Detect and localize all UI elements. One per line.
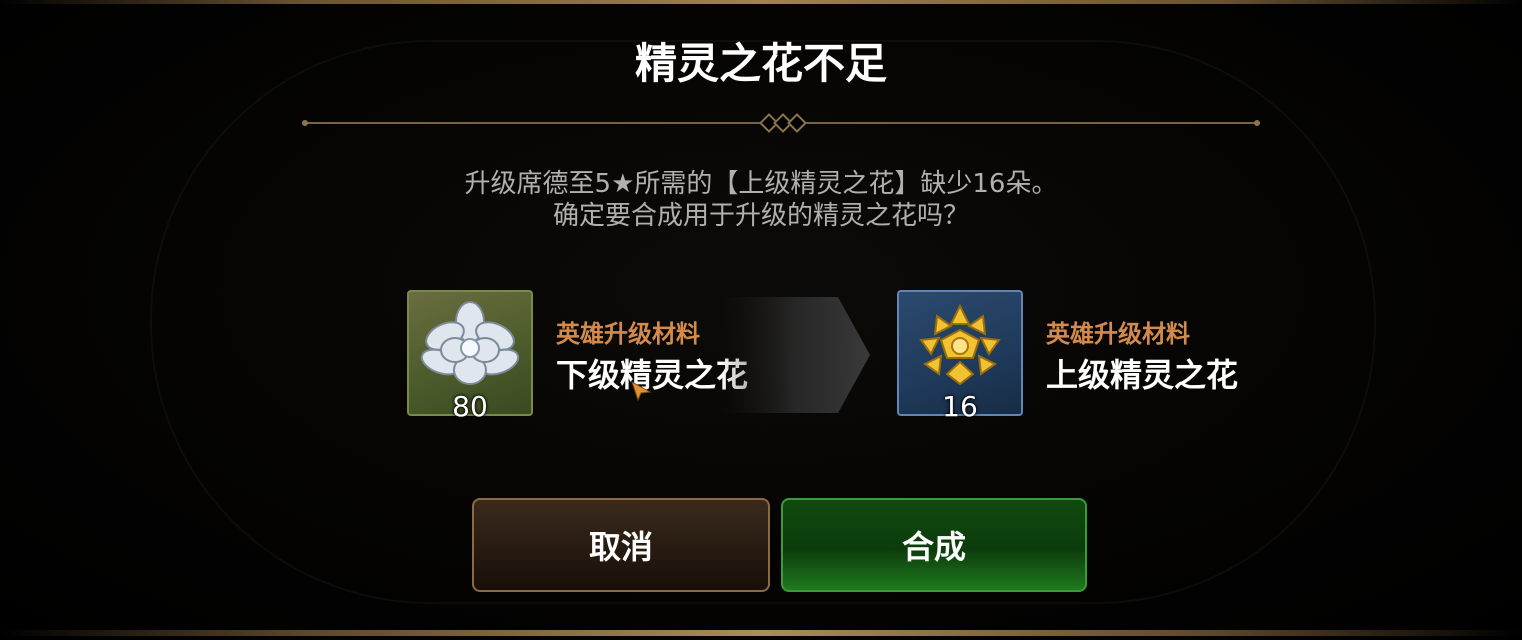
synthesize-button-label: 合成: [901, 528, 966, 566]
arrow-right-icon: [720, 297, 870, 413]
dialog-message: 升级席德至5★所需的【上级精灵之花】缺少16朵。 确定要合成用于升级的精灵之花吗…: [0, 168, 1522, 232]
item-quantity: 80: [452, 390, 488, 423]
target-item-category: 英雄升级材料: [1046, 320, 1190, 348]
target-item-name: 上级精灵之花: [1046, 356, 1239, 394]
cursor-icon: [631, 380, 652, 402]
cancel-button-label: 取消: [588, 528, 653, 566]
divider-end-dot: [1254, 120, 1260, 126]
item-quantity: 16: [942, 390, 978, 423]
dialog-title: 精灵之花不足: [634, 39, 887, 88]
message-line: 升级席德至5★所需的【上级精灵之花】缺少16朵。: [464, 169, 1058, 199]
source-item-slot[interactable]: 80: [407, 290, 533, 423]
bottom-border: [0, 630, 1522, 636]
divider-end-dot: [302, 120, 308, 126]
source-item-category: 英雄升级材料: [556, 320, 700, 348]
silver-flower-icon: [420, 301, 520, 385]
target-item-slot[interactable]: 16: [897, 290, 1023, 423]
top-border: [0, 0, 1522, 4]
gold-flower-icon: [919, 303, 1001, 386]
cancel-button[interactable]: 取消: [472, 498, 770, 592]
message-line: 确定要合成用于升级的精灵之花吗？: [552, 201, 969, 231]
synthesize-button[interactable]: 合成: [781, 498, 1087, 592]
